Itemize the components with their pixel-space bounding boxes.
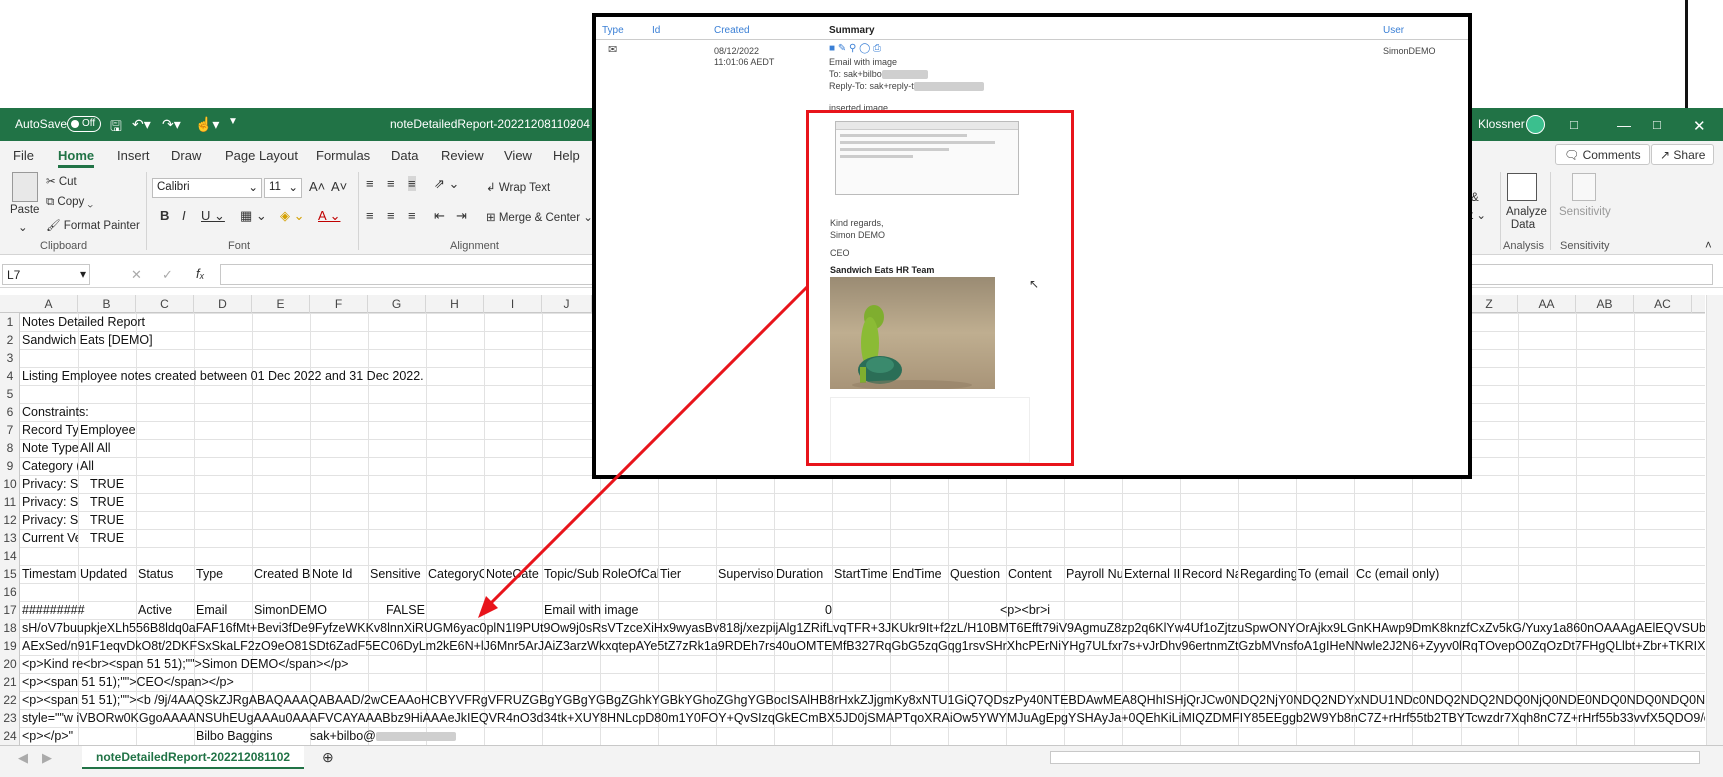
annotation-arrow: [478, 284, 810, 618]
